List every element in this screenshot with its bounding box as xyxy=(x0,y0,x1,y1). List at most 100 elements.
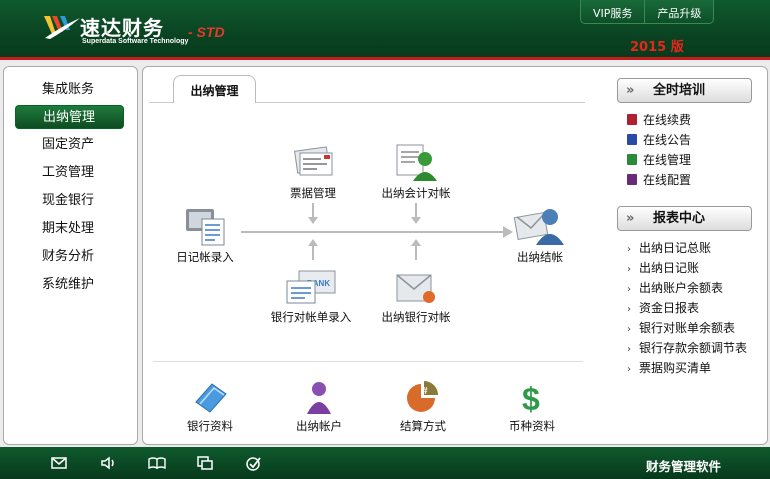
online-renewal-link[interactable]: 在线续费 xyxy=(627,111,691,128)
report-link-statement-balance[interactable]: › 银行对账单余额表 xyxy=(627,319,735,336)
logo-edition: - STD xyxy=(188,24,225,40)
report-link-bill-purchase[interactable]: › 票据购买清单 xyxy=(627,359,711,376)
book-icon xyxy=(627,114,637,125)
cashier-closing-label: 出纳结帐 xyxy=(517,250,563,264)
mail-icon[interactable] xyxy=(50,455,68,471)
bills-connector xyxy=(312,203,314,217)
arrow-right-icon: › xyxy=(627,264,631,275)
app-footer: 财务管理软件 xyxy=(0,447,770,479)
cashier-closing-node[interactable]: 出纳结帐 xyxy=(492,203,588,265)
section-divider xyxy=(153,361,583,362)
bank-info-label: 银行资料 xyxy=(187,419,233,433)
statement-connector xyxy=(312,246,314,260)
report-link-deposit-reconciliation[interactable]: › 银行存款余额调节表 xyxy=(627,339,747,356)
settlement-method-node[interactable]: # 结算方式 xyxy=(375,378,471,434)
arrow-right-icon: › xyxy=(627,284,631,295)
logo-subtitle: Superdata Software Technology xyxy=(82,38,189,45)
statement-up-arrow xyxy=(308,239,318,246)
online-notice-label: 在线公告 xyxy=(643,133,692,147)
sidebar-item-cash-bank[interactable]: 现金银行 xyxy=(15,189,124,213)
arrow-right-icon: › xyxy=(627,324,631,335)
mail-user-icon xyxy=(513,209,564,245)
report-link-account-balance[interactable]: › 出纳账户余额表 xyxy=(627,279,723,296)
online-management-link[interactable]: 在线管理 xyxy=(627,151,691,168)
logo-mark-icon xyxy=(44,16,80,39)
window-icon[interactable] xyxy=(196,455,214,471)
book-icon xyxy=(627,134,637,145)
main-panel: 出纳管理 日记帐录入 票据管理 出纳会计对帐 BANK 银行对帐单录入 出纳银行… xyxy=(142,66,768,445)
sidebar-item-maintenance[interactable]: 系统维护 xyxy=(15,273,124,297)
bill-management-label: 票据管理 xyxy=(290,186,336,200)
cashier-accounting-reconcile-node[interactable]: 出纳会计对帐 xyxy=(368,141,464,201)
book-icon[interactable] xyxy=(148,455,166,471)
purple-user-icon xyxy=(307,382,331,414)
journal-entry-node[interactable]: 日记帐录入 xyxy=(157,205,253,265)
online-config-link[interactable]: 在线配置 xyxy=(627,171,691,188)
cashier-bank-reconcile-label: 出纳银行对帐 xyxy=(381,310,451,324)
logo-title: 速达财务 xyxy=(80,16,164,40)
double-chevron-icon: » xyxy=(626,83,635,98)
book-icon xyxy=(627,154,637,165)
product-upgrade-button[interactable]: 产品升级 xyxy=(644,0,713,24)
online-notice-link[interactable]: 在线公告 xyxy=(627,131,691,148)
reports-header[interactable]: » 报表中心 xyxy=(617,206,752,231)
bank-connector xyxy=(415,246,417,260)
online-renewal-label: 在线续费 xyxy=(643,113,692,127)
book-icon xyxy=(627,174,637,185)
bills-down-arrow xyxy=(308,217,318,224)
report-label: 银行存款余额调节表 xyxy=(639,341,748,355)
online-management-label: 在线管理 xyxy=(643,153,692,167)
cashier-account-label: 出纳帐户 xyxy=(296,419,342,433)
reconcile-down-arrow xyxy=(411,217,421,224)
bank-info-node[interactable]: 银行资料 xyxy=(162,378,258,434)
cashier-bank-reconcile-node[interactable]: 出纳银行对帐 xyxy=(368,267,464,325)
report-label: 票据购买清单 xyxy=(639,361,712,375)
report-link-cash-journal[interactable]: › 出纳日记账 xyxy=(627,259,699,276)
flow-arrow xyxy=(241,231,511,233)
sidebar-item-ledger[interactable]: 集成账务 xyxy=(15,78,124,102)
bank-statement-entry-label: 银行对帐单录入 xyxy=(270,310,352,324)
reports-title: 报表中心 xyxy=(653,211,706,226)
svg-text:#: # xyxy=(422,386,428,397)
arrow-right-icon: › xyxy=(627,344,631,355)
report-label: 出纳日记总账 xyxy=(639,241,712,255)
double-chevron-icon: » xyxy=(626,211,635,226)
currency-info-node[interactable]: $ 币种资料 xyxy=(484,378,580,434)
sidebar-item-cashier[interactable]: 出纳管理 xyxy=(15,105,124,129)
bank-statement-entry-node[interactable]: BANK 银行对帐单录入 xyxy=(263,267,359,325)
bank-up-arrow xyxy=(411,239,421,246)
tab-cashier[interactable]: 出纳管理 xyxy=(173,75,256,103)
sidebar-item-fixed-assets[interactable]: 固定资产 xyxy=(15,133,124,157)
cashier-account-node[interactable]: 出纳帐户 xyxy=(271,378,367,434)
user-document-icon xyxy=(396,144,437,181)
training-header[interactable]: » 全时培训 xyxy=(617,78,752,103)
footer-product-name: 财务管理软件 xyxy=(646,459,722,474)
speaker-icon[interactable] xyxy=(100,455,118,471)
sidebar-item-period-end[interactable]: 期末处理 xyxy=(15,217,124,241)
report-link-fund-daily[interactable]: › 资金日报表 xyxy=(627,299,699,316)
arrow-right-icon: › xyxy=(627,244,631,255)
report-link-cash-ledger[interactable]: › 出纳日记总账 xyxy=(627,239,711,256)
bills-icon xyxy=(294,146,333,176)
report-label: 出纳账户余额表 xyxy=(639,281,724,295)
report-label: 出纳日记账 xyxy=(639,261,700,275)
online-config-label: 在线配置 xyxy=(643,173,692,187)
report-label: 资金日报表 xyxy=(639,301,700,315)
app-header: 速达财务 Superdata Software Technology - STD… xyxy=(0,0,770,60)
version-label: 2015 版 xyxy=(630,40,684,55)
svg-text:$: $ xyxy=(522,381,540,416)
vip-service-button[interactable]: VIP服务 xyxy=(581,0,644,24)
bank-statement-icon: BANK xyxy=(286,270,336,304)
bill-management-node[interactable]: 票据管理 xyxy=(265,143,361,201)
arrow-right-icon: › xyxy=(627,304,631,315)
journal-entry-label: 日记帐录入 xyxy=(176,250,234,264)
monitor-document-icon xyxy=(186,209,225,246)
cashier-accounting-reconcile-label: 出纳会计对帐 xyxy=(381,186,451,200)
pie-chart-icon: # xyxy=(407,381,438,412)
sidebar-item-analysis[interactable]: 财务分析 xyxy=(15,245,124,269)
report-label: 银行对账单余额表 xyxy=(639,321,736,335)
training-title: 全时培训 xyxy=(653,83,706,98)
sidebar-item-payroll[interactable]: 工资管理 xyxy=(15,161,124,185)
settlement-method-label: 结算方式 xyxy=(400,419,446,433)
check-icon[interactable] xyxy=(245,455,263,471)
